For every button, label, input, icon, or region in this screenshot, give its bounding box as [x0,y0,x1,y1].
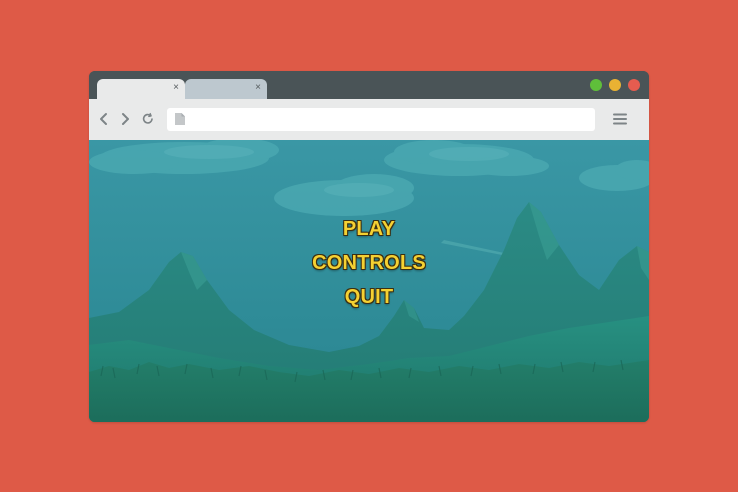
page-icon [175,113,185,125]
game-main-menu: PLAY CONTROLS QUIT [89,212,649,314]
reload-icon [142,112,153,124]
tab-bar: × × [89,71,649,99]
reload-button[interactable] [141,111,155,127]
tab-close-button[interactable]: × [173,82,179,94]
tab-active[interactable]: × [97,79,185,99]
browser-toolbar [89,99,649,140]
chevron-right-icon [122,113,129,125]
tab-close-button[interactable]: × [255,82,261,94]
browser-menu-button[interactable] [611,111,629,127]
hamburger-menu-icon [613,113,627,125]
game-viewport: PLAY CONTROLS QUIT [89,140,649,422]
tab-inactive[interactable]: × [185,79,267,99]
play-menu-item[interactable]: PLAY [343,212,395,246]
minimize-window-button[interactable] [609,79,621,91]
close-window-button[interactable] [628,79,640,91]
chevron-left-icon [100,113,107,125]
address-bar[interactable] [167,108,595,131]
back-button[interactable] [97,111,111,127]
browser-window: × × PLAY CONTROLS QUIT [89,71,649,422]
controls-menu-item[interactable]: CONTROLS [312,246,426,280]
forward-button[interactable] [118,111,132,127]
maximize-window-button[interactable] [590,79,602,91]
quit-menu-item[interactable]: QUIT [345,280,394,314]
